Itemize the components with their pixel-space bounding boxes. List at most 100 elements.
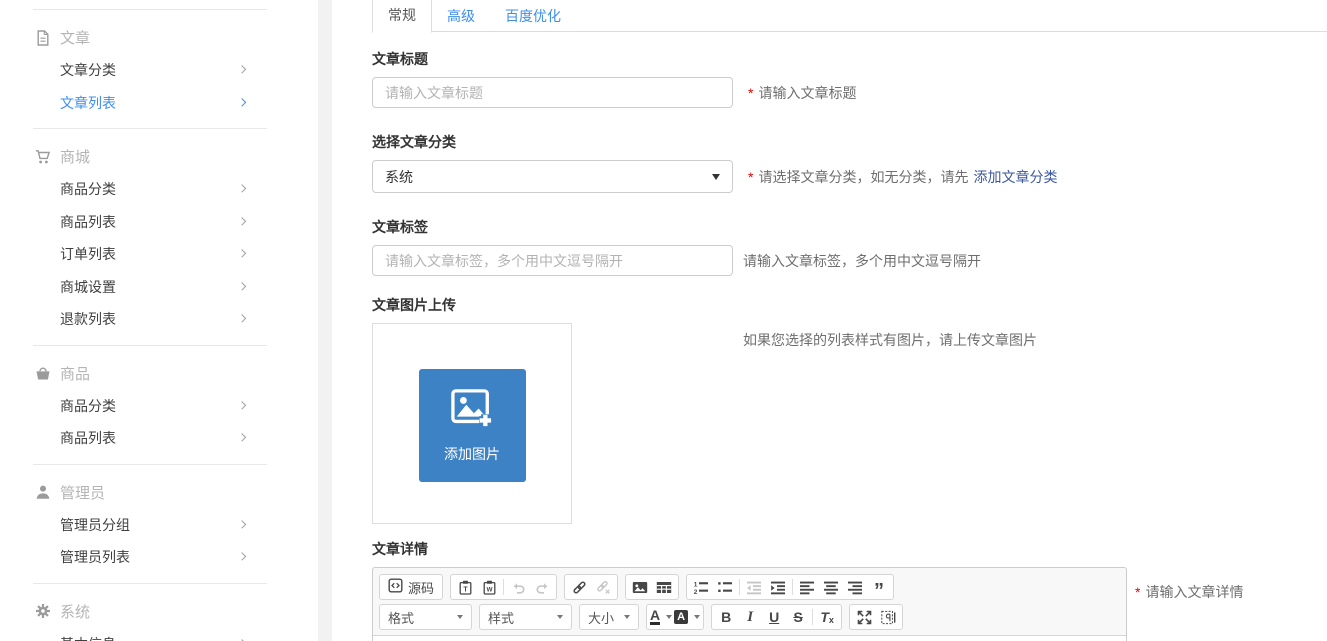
indent-button[interactable] <box>766 576 790 598</box>
sidebar-divider <box>33 9 267 10</box>
field-label: 文章标题 <box>372 49 1327 69</box>
tab-advanced[interactable]: 高级 <box>432 0 490 31</box>
blockquote-button[interactable]: ” <box>867 576 891 598</box>
title-input[interactable] <box>372 77 733 108</box>
sidebar-item-label: 文章列表 <box>60 93 116 113</box>
field-hint: * 请输入文章标题 <box>748 83 856 103</box>
caret-down-icon <box>712 174 720 180</box>
caret-down-icon <box>666 615 672 619</box>
hint-text: 请输入文章标题 <box>758 83 856 103</box>
caret-down-icon <box>694 615 700 619</box>
bulleted-list-button[interactable] <box>713 576 737 598</box>
sidebar-item-goods-list[interactable]: 商品列表 <box>0 206 318 239</box>
add-image-label: 添加图片 <box>444 444 500 464</box>
insert-image-button[interactable] <box>628 576 652 598</box>
chevron-right-icon <box>238 552 246 560</box>
chevron-right-icon <box>238 65 246 73</box>
sidebar-item-refund-list[interactable]: 退款列表 <box>0 303 318 336</box>
sidebar-item-goods-category[interactable]: 商品分类 <box>0 173 318 206</box>
chevron-right-icon <box>238 401 246 409</box>
svg-text:W: W <box>486 586 492 593</box>
sidebar-item-product-list[interactable]: 商品列表 <box>0 422 318 455</box>
sidebar-item-admin-group[interactable]: 管理员分组 <box>0 509 318 542</box>
background-color-button[interactable]: A <box>673 606 701 628</box>
toolbar-separator <box>792 579 793 595</box>
unlink-button[interactable] <box>591 576 615 598</box>
sidebar-item-label: 文章分类 <box>60 60 116 80</box>
tab-general[interactable]: 常规 <box>372 0 432 33</box>
sidebar-divider <box>33 128 267 129</box>
show-blocks-button[interactable] <box>876 606 900 628</box>
tags-input[interactable] <box>372 245 733 276</box>
sidebar-item-order-list[interactable]: 订单列表 <box>0 238 318 271</box>
sidebar-section-label: 系统 <box>60 601 90 622</box>
field-label: 文章图片上传 <box>372 295 1327 315</box>
sidebar-item-article-list[interactable]: 文章列表 <box>0 87 318 120</box>
text-color-icon: A <box>650 609 660 625</box>
size-dropdown[interactable]: 大小 <box>579 604 639 630</box>
underline-button[interactable]: U <box>762 606 786 628</box>
document-icon <box>35 30 51 46</box>
insert-table-button[interactable] <box>652 576 676 598</box>
sidebar-item-label: 商品列表 <box>60 212 116 232</box>
sidebar-section-article: 文章 <box>0 21 318 54</box>
required-mark: * <box>748 85 753 101</box>
toolbar-separator <box>812 609 813 625</box>
sidebar-section-label: 文章 <box>60 27 90 48</box>
sidebar-item-label: 商品分类 <box>60 179 116 199</box>
image-upload-box[interactable]: 添加图片 <box>372 323 572 524</box>
field-hint: * 请输入文章详情 <box>1135 567 1243 602</box>
tab-bar: 常规 高级 百度优化 <box>372 0 1327 32</box>
basket-icon <box>35 365 51 381</box>
sidebar-section-admin: 管理员 <box>0 476 318 509</box>
add-category-link[interactable]: 添加文章分类 <box>973 167 1057 187</box>
sidebar-item-admin-list[interactable]: 管理员列表 <box>0 541 318 574</box>
strikethrough-button[interactable]: S <box>786 606 810 628</box>
tab-baidu-seo[interactable]: 百度优化 <box>490 0 576 31</box>
field-article-category: 选择文章分类 系统 * 请选择文章分类，如无分类，请先 添加文章分类 <box>372 132 1327 193</box>
redo-button[interactable] <box>530 576 554 598</box>
paste-word-button[interactable]: W <box>477 576 501 598</box>
image-plus-icon <box>449 388 495 435</box>
link-button[interactable] <box>567 576 591 598</box>
align-right-button[interactable] <box>843 576 867 598</box>
size-label: 大小 <box>588 608 614 627</box>
numbered-list-button[interactable]: 12 <box>689 576 713 598</box>
align-center-button[interactable] <box>819 576 843 598</box>
outdent-button[interactable] <box>742 576 766 598</box>
field-article-image: 文章图片上传 添加图片 如果您选择的列表样式有图片，请上传文章图片 <box>372 295 1327 524</box>
italic-button[interactable]: I <box>738 606 762 628</box>
maximize-button[interactable] <box>852 606 876 628</box>
undo-button[interactable] <box>506 576 530 598</box>
chevron-right-icon <box>238 217 246 225</box>
sidebar-item-basic-info[interactable]: 基本信息 <box>0 628 318 641</box>
source-button[interactable]: 源码 <box>382 578 440 597</box>
chevron-right-icon <box>238 520 246 528</box>
chevron-right-icon <box>238 433 246 441</box>
admin-icon <box>35 484 51 500</box>
field-label: 文章标签 <box>372 217 1327 237</box>
sidebar-item-article-category[interactable]: 文章分类 <box>0 54 318 87</box>
styles-dropdown[interactable]: 样式 <box>479 604 572 630</box>
editor-content-area[interactable] <box>373 635 1126 641</box>
align-left-button[interactable] <box>795 576 819 598</box>
field-article-title: 文章标题 * 请输入文章标题 <box>372 49 1327 108</box>
field-hint: * 请选择文章分类，如无分类，请先 添加文章分类 <box>748 167 1057 187</box>
gear-icon <box>35 603 51 619</box>
required-mark: * <box>748 169 753 185</box>
field-article-content: 文章详情 源码 T <box>372 539 1327 641</box>
paste-text-button[interactable]: T <box>453 576 477 598</box>
bold-button[interactable]: B <box>714 606 738 628</box>
field-hint: 请输入文章标签，多个用中文逗号隔开 <box>743 251 981 271</box>
caret-down-icon <box>457 615 463 619</box>
sidebar-item-label: 退款列表 <box>60 309 116 329</box>
category-select[interactable]: 系统 <box>372 160 733 193</box>
hint-text: 如果您选择的列表样式有图片，请上传文章图片 <box>743 330 1037 350</box>
add-image-button[interactable]: 添加图片 <box>419 369 526 482</box>
remove-format-button[interactable]: T x <box>815 606 839 628</box>
sidebar-item-mall-settings[interactable]: 商城设置 <box>0 271 318 304</box>
selected-value: 系统 <box>385 167 413 187</box>
text-color-button[interactable]: A <box>649 606 673 628</box>
format-dropdown[interactable]: 格式 <box>379 604 472 630</box>
sidebar-item-product-category[interactable]: 商品分类 <box>0 390 318 423</box>
